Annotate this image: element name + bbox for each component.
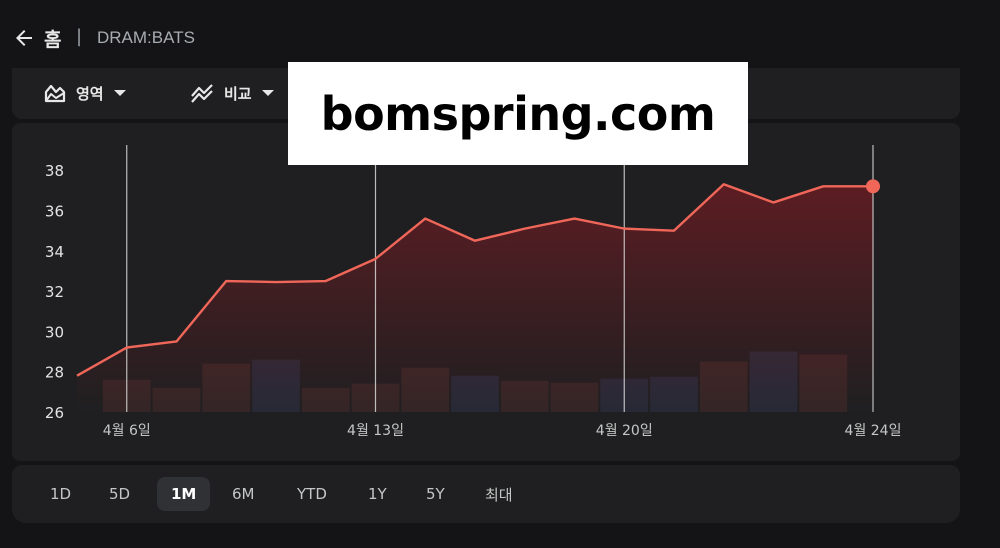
x-tick-label: 4월 20일 bbox=[596, 423, 653, 439]
area-chart-icon bbox=[44, 84, 66, 103]
y-tick-label: 30 bbox=[45, 323, 64, 341]
last-price-marker bbox=[866, 179, 880, 194]
range-button-1d[interactable]: 1D bbox=[36, 477, 85, 511]
compare-lines-icon bbox=[191, 84, 213, 103]
breadcrumb-separator: | bbox=[76, 26, 83, 47]
range-button-1m[interactable]: 1M bbox=[157, 477, 211, 511]
y-tick-label: 32 bbox=[45, 283, 64, 301]
home-link[interactable]: 홈 bbox=[44, 25, 61, 52]
x-tick-label: 4월 6일 bbox=[103, 423, 151, 439]
range-button-6m[interactable]: 6M bbox=[218, 477, 269, 511]
watermark-text: bomspring.com bbox=[320, 86, 716, 141]
back-arrow-icon[interactable] bbox=[12, 26, 36, 50]
ticker-symbol: DRAM:BATS bbox=[97, 28, 195, 47]
price-area-fill bbox=[77, 184, 873, 412]
y-tick-label: 28 bbox=[45, 364, 64, 382]
range-button-ytd[interactable]: YTD bbox=[283, 477, 341, 511]
range-button-1y[interactable]: 1Y bbox=[354, 477, 401, 511]
compare-label: 비교 bbox=[224, 84, 252, 103]
x-tick-label: 4월 24일 bbox=[845, 423, 902, 439]
x-tick-label: 4월 13일 bbox=[347, 423, 404, 439]
area-chart-type-button[interactable]: 영역 bbox=[44, 78, 126, 108]
range-button-5d[interactable]: 5D bbox=[95, 477, 144, 511]
chevron-down-icon bbox=[113, 90, 126, 96]
y-tick-label: 38 bbox=[45, 162, 64, 180]
watermark: bomspring.com bbox=[288, 62, 748, 165]
price-chart: 26 28 30 32 34 36 38 4월 6일 4월 13일 4월 20일 4월 24일 bbox=[12, 123, 960, 461]
top-bar: 홈 | DRAM:BATS bbox=[0, 0, 1000, 70]
compare-button[interactable]: 비교 bbox=[190, 78, 274, 108]
y-tick-label: 36 bbox=[45, 203, 64, 221]
chevron-down-icon bbox=[261, 90, 274, 96]
range-button-5y[interactable]: 5Y bbox=[412, 477, 459, 511]
price-chart-svg[interactable]: 26 28 30 32 34 36 38 4월 6일 4월 13일 4월 20일 4월 24일 bbox=[12, 123, 960, 461]
y-tick-label: 34 bbox=[45, 243, 64, 261]
y-tick-label: 26 bbox=[45, 404, 64, 422]
range-button-최대[interactable]: 최대 bbox=[471, 477, 527, 511]
area-chart-label: 영역 bbox=[76, 84, 104, 103]
time-range-selector: 1D 5D 1M 6M YTD 1Y 5Y 최대 bbox=[12, 465, 960, 523]
